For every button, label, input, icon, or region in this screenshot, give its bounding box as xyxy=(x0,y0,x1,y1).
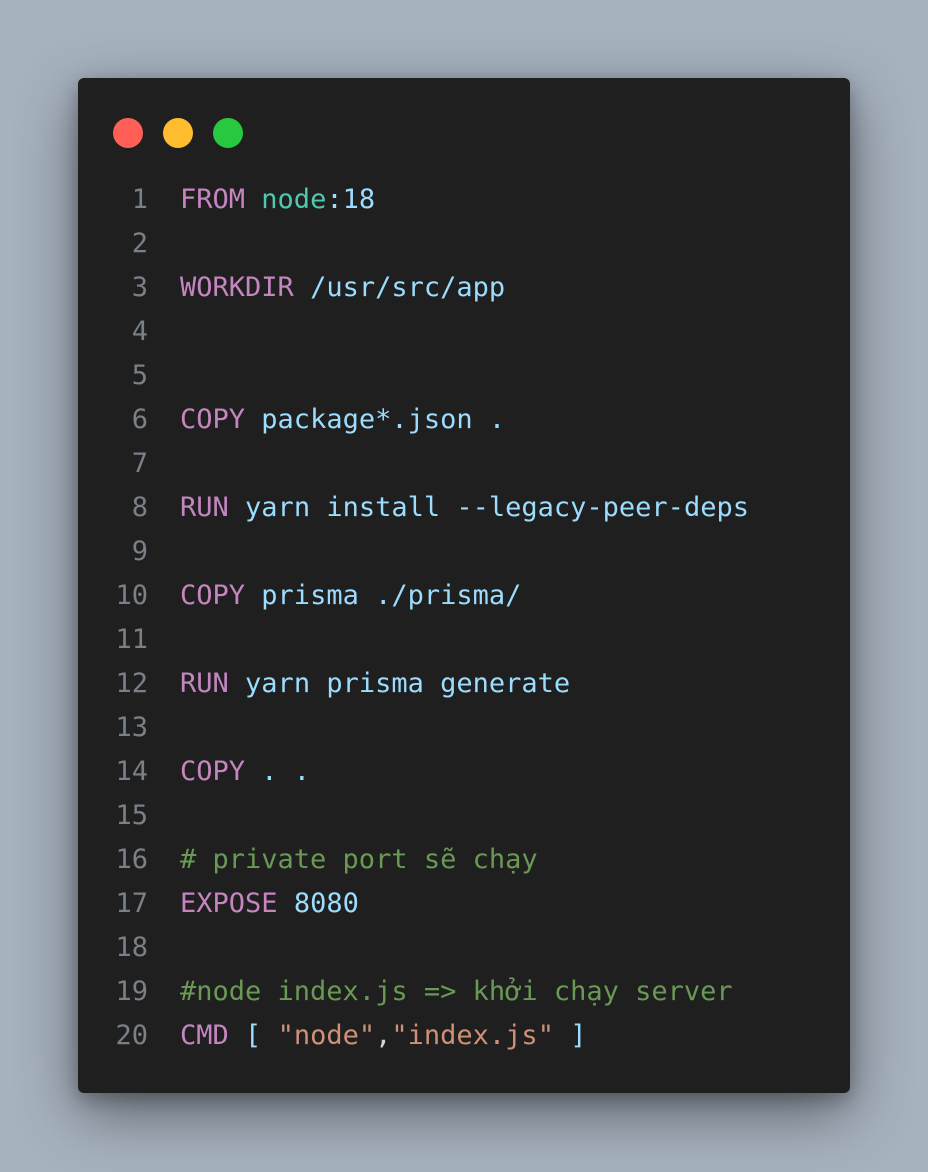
line-number: 17 xyxy=(115,888,148,919)
maximize-dot-icon[interactable] xyxy=(213,118,243,148)
line-number: 4 xyxy=(131,316,148,347)
code-line: 9 xyxy=(78,530,850,574)
code-token: # private port sẽ chạy xyxy=(180,844,538,875)
close-dot-icon[interactable] xyxy=(113,118,143,148)
code-line: 12 RUN yarn prisma generate xyxy=(78,662,850,706)
line-number: 6 xyxy=(131,404,148,435)
line-content: # private port sẽ chạy xyxy=(180,838,538,882)
line-content: RUN yarn install --legacy-peer-deps xyxy=(180,486,749,530)
code-token: WORKDIR xyxy=(180,272,294,303)
line-number: 11 xyxy=(115,624,148,655)
code-token: yarn prisma generate xyxy=(245,668,571,699)
line-number: 19 xyxy=(115,976,148,1007)
line-number: 3 xyxy=(131,272,148,303)
code-line: 13 xyxy=(78,706,850,750)
line-content: COPY package*.json . xyxy=(180,398,505,442)
code-token: CMD xyxy=(180,1020,229,1051)
code-window: 1 FROM node:18 2 3 WORKDIR /usr/src/app 4 5 6 CO… xyxy=(78,78,850,1093)
code-line: 2 xyxy=(78,222,850,266)
line-number: 14 xyxy=(115,756,148,787)
code-line: 4 xyxy=(78,310,850,354)
code-token: node xyxy=(261,184,327,215)
code-line: 3 WORKDIR /usr/src/app xyxy=(78,266,850,310)
line-number: 5 xyxy=(131,360,148,391)
line-number: 12 xyxy=(115,668,148,699)
code-token: "node" xyxy=(277,1020,376,1051)
code-token: 8080 xyxy=(293,888,359,919)
line-content: EXPOSE 8080 xyxy=(180,882,359,926)
code-token: . . xyxy=(261,756,311,787)
code-token: EXPOSE xyxy=(180,888,278,919)
code-line: 8 RUN yarn install --legacy-peer-deps xyxy=(78,486,850,530)
code-line: 19 #node index.js => khởi chạy server xyxy=(78,970,850,1014)
code-line: 7 xyxy=(78,442,850,486)
code-line: 18 xyxy=(78,926,850,970)
code-line: 1 FROM node:18 xyxy=(78,178,850,222)
line-number: 2 xyxy=(131,228,148,259)
code-token: COPY xyxy=(180,404,246,435)
code-token: RUN xyxy=(180,492,229,523)
code-token: prisma ./prisma/ xyxy=(261,580,522,611)
code-block: 1 FROM node:18 2 3 WORKDIR /usr/src/app 4 5 6 CO… xyxy=(78,178,850,1058)
line-content: COPY prisma ./prisma/ xyxy=(180,574,521,618)
line-number: 7 xyxy=(131,448,148,479)
line-number: 13 xyxy=(115,712,148,743)
code-line: 11 xyxy=(78,618,850,662)
code-token: "index.js" xyxy=(391,1020,554,1051)
line-number: 1 xyxy=(131,184,148,215)
code-token: ] xyxy=(570,1020,587,1051)
code-line: 10 COPY prisma ./prisma/ xyxy=(78,574,850,618)
code-token: 18 xyxy=(342,184,376,215)
code-token: FROM xyxy=(180,184,246,215)
code-token: COPY xyxy=(180,580,246,611)
line-number: 15 xyxy=(115,800,148,831)
line-number: 16 xyxy=(115,844,148,875)
line-content: WORKDIR /usr/src/app xyxy=(180,266,505,310)
code-token: COPY xyxy=(180,756,246,787)
code-line: 20 CMD [ "node","index.js" ] xyxy=(78,1014,850,1058)
line-content: RUN yarn prisma generate xyxy=(180,662,570,706)
code-token: : xyxy=(326,184,343,215)
code-line: 5 xyxy=(78,354,850,398)
line-number: 18 xyxy=(115,932,148,963)
line-number: 8 xyxy=(131,492,148,523)
code-token: [ xyxy=(245,1020,262,1051)
code-token: /usr/src/app xyxy=(310,272,506,303)
code-token: package*.json . xyxy=(261,404,506,435)
line-number: 20 xyxy=(115,1020,148,1051)
code-line: 17 EXPOSE 8080 xyxy=(78,882,850,926)
code-line: 15 xyxy=(78,794,850,838)
code-line: 16 # private port sẽ chạy xyxy=(78,838,850,882)
line-content: #node index.js => khởi chạy server xyxy=(180,970,733,1014)
line-content: FROM node:18 xyxy=(180,178,375,222)
code-token: #node index.js => khởi chạy server xyxy=(180,976,733,1007)
line-number: 10 xyxy=(115,580,148,611)
code-token: RUN xyxy=(180,668,229,699)
code-line: 6 COPY package*.json . xyxy=(78,398,850,442)
line-content: CMD [ "node","index.js" ] xyxy=(180,1014,586,1058)
code-token: yarn install --legacy-peer-deps xyxy=(245,492,749,523)
minimize-dot-icon[interactable] xyxy=(163,118,193,148)
line-number: 9 xyxy=(131,536,148,567)
code-line: 14 COPY . . xyxy=(78,750,850,794)
line-content: COPY . . xyxy=(180,750,310,794)
code-token: , xyxy=(375,1020,392,1051)
